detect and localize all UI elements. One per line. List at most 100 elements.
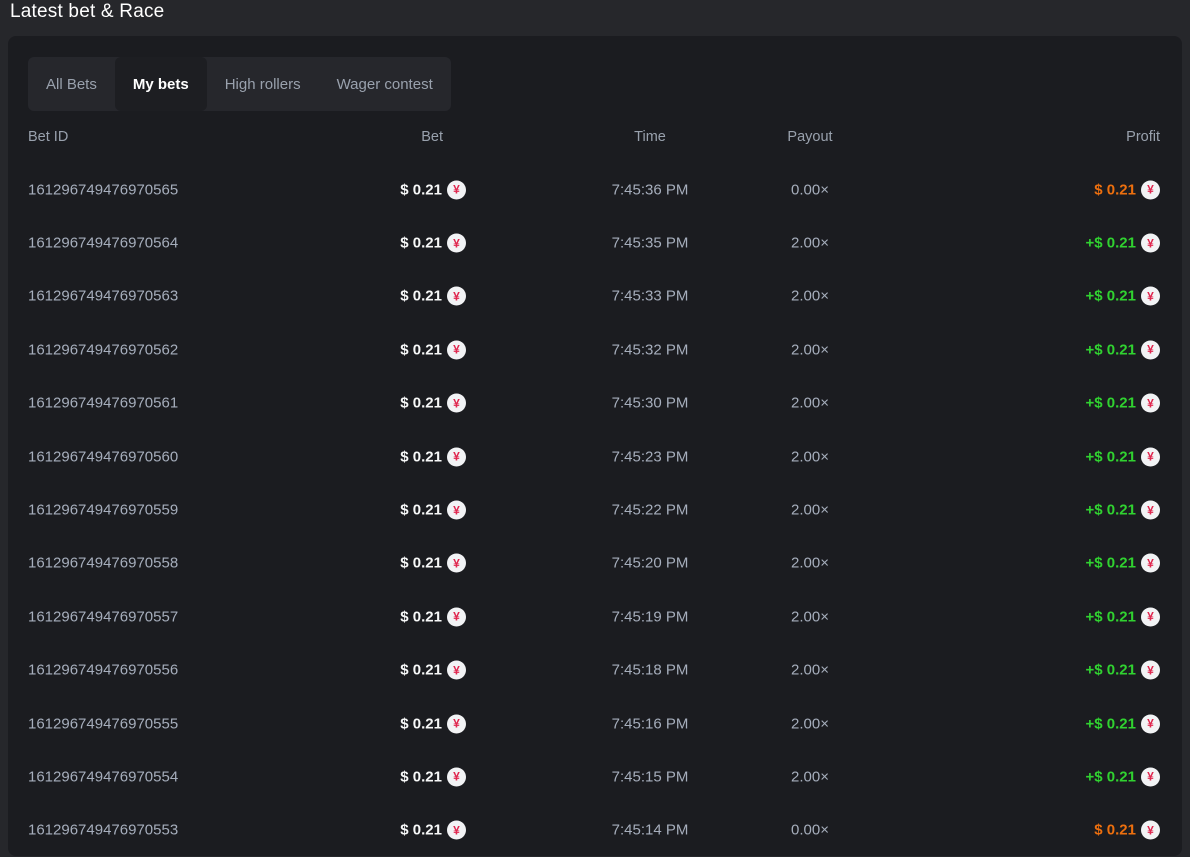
jpy-coin-icon: ¥ [1141, 821, 1160, 840]
bet-profit-value: +$ 0.21 [1086, 662, 1136, 679]
bet-amount: $ 0.21 ¥ [400, 501, 466, 520]
jpy-coin-icon: ¥ [447, 714, 466, 733]
bet-payout: 2.00× [728, 288, 892, 305]
bet-id: 161296749476970565 [28, 181, 178, 198]
bet-profit: +$ 0.21 ¥ [1086, 340, 1160, 359]
table-row[interactable]: 161296749476970560 $ 0.21 ¥ 7:45:23 PM 2… [8, 430, 1182, 483]
bet-time: 7:45:19 PM [568, 608, 732, 625]
bet-payout: 0.00× [728, 181, 892, 198]
bet-amount: $ 0.21 ¥ [400, 821, 466, 840]
bet-profit: +$ 0.21 ¥ [1086, 714, 1160, 733]
bet-amount: $ 0.21 ¥ [400, 447, 466, 466]
bet-id: 161296749476970553 [28, 822, 178, 839]
bet-time: 7:45:33 PM [568, 288, 732, 305]
bet-id: 161296749476970561 [28, 395, 178, 412]
bet-amount: $ 0.21 ¥ [400, 661, 466, 680]
bet-time: 7:45:32 PM [568, 341, 732, 358]
jpy-coin-icon: ¥ [1141, 394, 1160, 413]
jpy-coin-icon: ¥ [447, 234, 466, 253]
bet-profit-value: +$ 0.21 [1086, 768, 1136, 785]
bet-amount-value: $ 0.21 [400, 768, 442, 785]
jpy-coin-icon: ¥ [447, 447, 466, 466]
bet-id: 161296749476970555 [28, 715, 178, 732]
bet-profit-value: +$ 0.21 [1086, 395, 1136, 412]
bet-time: 7:45:20 PM [568, 555, 732, 572]
bet-time: 7:45:23 PM [568, 448, 732, 465]
jpy-coin-icon: ¥ [447, 287, 466, 306]
bet-payout: 2.00× [728, 608, 892, 625]
bet-id: 161296749476970563 [28, 288, 178, 305]
bet-amount-value: $ 0.21 [400, 288, 442, 305]
tab-all-bets[interactable]: All Bets [28, 57, 115, 111]
jpy-coin-icon: ¥ [447, 607, 466, 626]
bet-profit: +$ 0.21 ¥ [1086, 554, 1160, 573]
bet-profit-value: +$ 0.21 [1086, 341, 1136, 358]
bet-profit: $ 0.21 ¥ [1094, 180, 1160, 199]
table-row[interactable]: 161296749476970553 $ 0.21 ¥ 7:45:14 PM 0… [8, 804, 1182, 857]
bet-amount-value: $ 0.21 [400, 822, 442, 839]
bet-payout: 2.00× [728, 341, 892, 358]
jpy-coin-icon: ¥ [447, 340, 466, 359]
table-row[interactable]: 161296749476970558 $ 0.21 ¥ 7:45:20 PM 2… [8, 537, 1182, 590]
table-row[interactable]: 161296749476970556 $ 0.21 ¥ 7:45:18 PM 2… [8, 644, 1182, 697]
bet-amount-value: $ 0.21 [400, 235, 442, 252]
jpy-coin-icon: ¥ [447, 394, 466, 413]
bet-profit-value: +$ 0.21 [1086, 235, 1136, 252]
bet-payout: 2.00× [728, 715, 892, 732]
bet-profit: +$ 0.21 ¥ [1086, 501, 1160, 520]
bet-profit: +$ 0.21 ¥ [1086, 767, 1160, 786]
jpy-coin-icon: ¥ [447, 661, 466, 680]
bet-profit-value: +$ 0.21 [1086, 715, 1136, 732]
table-row[interactable]: 161296749476970564 $ 0.21 ¥ 7:45:35 PM 2… [8, 216, 1182, 269]
column-header-bet: Bet [421, 129, 443, 145]
tab-high-rollers[interactable]: High rollers [207, 57, 319, 111]
tab-my-bets[interactable]: My bets [115, 57, 207, 111]
bet-profit-value: +$ 0.21 [1086, 448, 1136, 465]
jpy-coin-icon: ¥ [447, 821, 466, 840]
bet-id: 161296749476970560 [28, 448, 178, 465]
bet-amount-value: $ 0.21 [400, 341, 442, 358]
bet-payout: 2.00× [728, 448, 892, 465]
table-row[interactable]: 161296749476970561 $ 0.21 ¥ 7:45:30 PM 2… [8, 377, 1182, 430]
page: { "header": { "title": "Latest bet & Rac… [0, 0, 1190, 830]
bet-payout: 0.00× [728, 822, 892, 839]
bet-id: 161296749476970554 [28, 768, 178, 785]
table-row[interactable]: 161296749476970559 $ 0.21 ¥ 7:45:22 PM 2… [8, 483, 1182, 536]
bet-time: 7:45:30 PM [568, 395, 732, 412]
bet-amount: $ 0.21 ¥ [400, 180, 466, 199]
bet-time: 7:45:14 PM [568, 822, 732, 839]
table-row[interactable]: 161296749476970562 $ 0.21 ¥ 7:45:32 PM 2… [8, 323, 1182, 376]
bet-time: 7:45:18 PM [568, 662, 732, 679]
bet-payout: 2.00× [728, 555, 892, 572]
bet-profit: +$ 0.21 ¥ [1086, 607, 1160, 626]
jpy-coin-icon: ¥ [447, 767, 466, 786]
bet-amount-value: $ 0.21 [400, 715, 442, 732]
table-row[interactable]: 161296749476970563 $ 0.21 ¥ 7:45:33 PM 2… [8, 270, 1182, 323]
table-row[interactable]: 161296749476970555 $ 0.21 ¥ 7:45:16 PM 2… [8, 697, 1182, 750]
bet-id: 161296749476970556 [28, 662, 178, 679]
table-row[interactable]: 161296749476970557 $ 0.21 ¥ 7:45:19 PM 2… [8, 590, 1182, 643]
column-header-payout: Payout [728, 129, 892, 145]
jpy-coin-icon: ¥ [1141, 714, 1160, 733]
bet-payout: 2.00× [728, 395, 892, 412]
table-row[interactable]: 161296749476970565 $ 0.21 ¥ 7:45:36 PM 0… [8, 163, 1182, 216]
bet-profit: +$ 0.21 ¥ [1086, 661, 1160, 680]
bet-id: 161296749476970557 [28, 608, 178, 625]
bet-amount-value: $ 0.21 [400, 555, 442, 572]
jpy-coin-icon: ¥ [1141, 607, 1160, 626]
bet-profit: +$ 0.21 ¥ [1086, 447, 1160, 466]
bet-profit-value: +$ 0.21 [1086, 608, 1136, 625]
jpy-coin-icon: ¥ [1141, 661, 1160, 680]
tab-wager-contest[interactable]: Wager contest [319, 57, 451, 111]
bet-payout: 2.00× [728, 768, 892, 785]
table-header: Bet ID Bet Time Payout Profit [8, 111, 1182, 163]
bet-amount-value: $ 0.21 [400, 395, 442, 412]
bet-amount-value: $ 0.21 [400, 502, 442, 519]
bet-id: 161296749476970564 [28, 235, 178, 252]
column-header-bet-id: Bet ID [28, 129, 68, 145]
bet-amount: $ 0.21 ¥ [400, 554, 466, 573]
bet-amount: $ 0.21 ¥ [400, 394, 466, 413]
jpy-coin-icon: ¥ [1141, 447, 1160, 466]
table-row[interactable]: 161296749476970554 $ 0.21 ¥ 7:45:15 PM 2… [8, 750, 1182, 803]
bet-profit-value: +$ 0.21 [1086, 502, 1136, 519]
